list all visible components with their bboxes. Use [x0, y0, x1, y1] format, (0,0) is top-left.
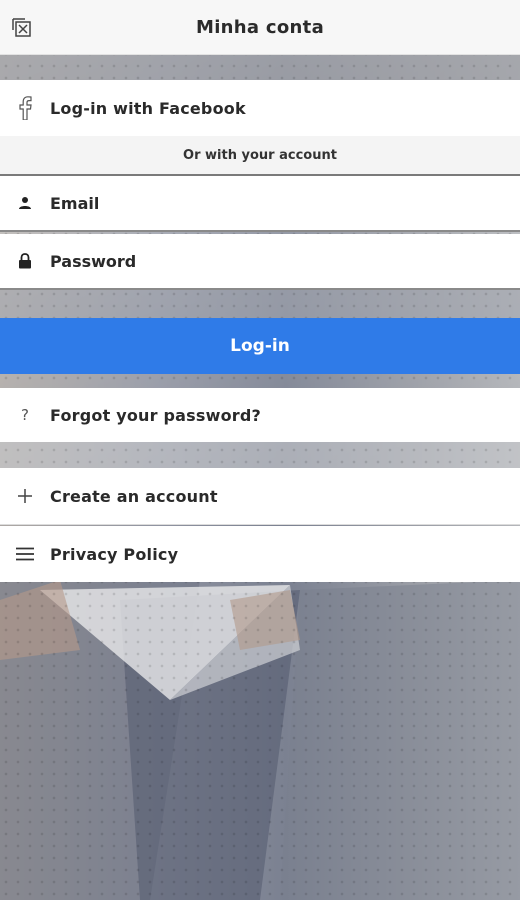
menu-icon — [0, 547, 50, 561]
question-icon: ? — [21, 406, 29, 424]
plus-icon — [0, 488, 50, 504]
create-account-label: Create an account — [50, 486, 218, 506]
password-field[interactable] — [50, 251, 490, 271]
top-bar: Minha conta — [0, 0, 520, 55]
page-title: Minha conta — [195, 16, 325, 38]
privacy-policy-label: Privacy Policy — [50, 544, 179, 564]
email-row — [0, 176, 520, 232]
separator-text: Or with your account — [183, 147, 337, 163]
facebook-login-button[interactable]: Log-in with Facebook — [0, 80, 520, 136]
email-field[interactable] — [50, 193, 490, 213]
close-window-icon[interactable] — [10, 14, 36, 40]
password-row — [0, 234, 520, 290]
facebook-login-label: Log-in with Facebook — [50, 98, 246, 118]
create-account-button[interactable]: Create an account — [0, 468, 520, 525]
privacy-policy-link[interactable]: Privacy Policy — [0, 526, 520, 582]
forgot-password-link[interactable]: ? Forgot your password? — [0, 388, 520, 442]
forgot-password-label: Forgot your password? — [50, 405, 261, 425]
separator-text-band: Or with your account — [0, 136, 520, 174]
login-button[interactable]: Log-in — [0, 318, 520, 374]
facebook-icon — [0, 96, 50, 120]
user-icon — [0, 196, 50, 210]
lock-icon — [0, 253, 50, 269]
